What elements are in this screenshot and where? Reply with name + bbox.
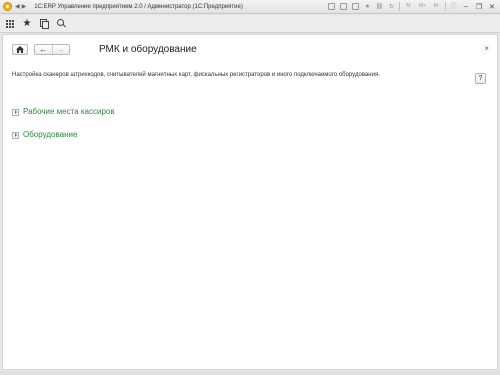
history-copy-icon[interactable] — [39, 19, 49, 29]
form-area: ← → РМК и оборудование × Настройка скане… — [2, 34, 498, 370]
sections-panel: ★ — [0, 15, 500, 33]
back-button[interactable]: ← — [35, 45, 53, 54]
menu-grid-icon[interactable] — [5, 19, 15, 29]
save-icon[interactable] — [351, 2, 360, 11]
expand-arrow-icon[interactable] — [12, 131, 19, 139]
title-forward-icon[interactable]: ▶ — [22, 0, 27, 14]
navigation-arrows: ← → — [34, 44, 70, 55]
close-form-button[interactable]: × — [484, 44, 489, 54]
title-back-icon[interactable]: ◀ — [15, 0, 20, 14]
close-window-button[interactable]: ✕ — [487, 2, 497, 12]
group-equipment[interactable]: Оборудование — [12, 130, 77, 140]
group-cashier-workplaces[interactable]: Рабочие места кассиров — [12, 107, 115, 117]
memory-minus-button[interactable]: M- — [431, 2, 442, 11]
favorites-star-icon[interactable]: ★ — [363, 2, 372, 11]
forward-button[interactable]: → — [53, 45, 70, 54]
home-button[interactable] — [12, 44, 28, 55]
toolbar-separator — [445, 2, 446, 11]
info-icon[interactable]: ⓘ — [449, 2, 458, 11]
memory-plus-button[interactable]: M+ — [417, 2, 428, 11]
memory-m-button[interactable]: M — [403, 2, 414, 11]
help-button[interactable]: ? — [475, 73, 486, 84]
group-link-cashier-workplaces[interactable]: Рабочие места кассиров — [23, 107, 115, 117]
status-strip — [0, 371, 500, 375]
app-logo-icon — [3, 2, 12, 11]
toolbar-separator — [399, 2, 400, 11]
minimize-button[interactable]: – — [461, 2, 471, 12]
window-title: 1С:ERP Управление предприятием 2.0 / Адм… — [34, 3, 243, 10]
history-icon[interactable]: ↻ — [387, 2, 396, 11]
search-icon[interactable] — [56, 19, 66, 29]
group-link-equipment[interactable]: Оборудование — [23, 130, 77, 140]
favorites-icon[interactable]: ★ — [22, 18, 32, 29]
page-title: РМК и оборудование — [99, 44, 197, 55]
link-icon[interactable]: ⛓ — [375, 2, 384, 11]
expand-arrow-icon[interactable] — [12, 108, 19, 116]
print-icon[interactable] — [339, 2, 348, 11]
form-description: Настройка сканеров штрихкодов, считывате… — [12, 72, 380, 78]
home-icon — [16, 46, 24, 53]
document-icon[interactable] — [327, 2, 336, 11]
title-bar: ◀ ▶ 1С:ERP Управление предприятием 2.0 /… — [0, 0, 500, 14]
restore-button[interactable]: ❐ — [474, 2, 484, 12]
